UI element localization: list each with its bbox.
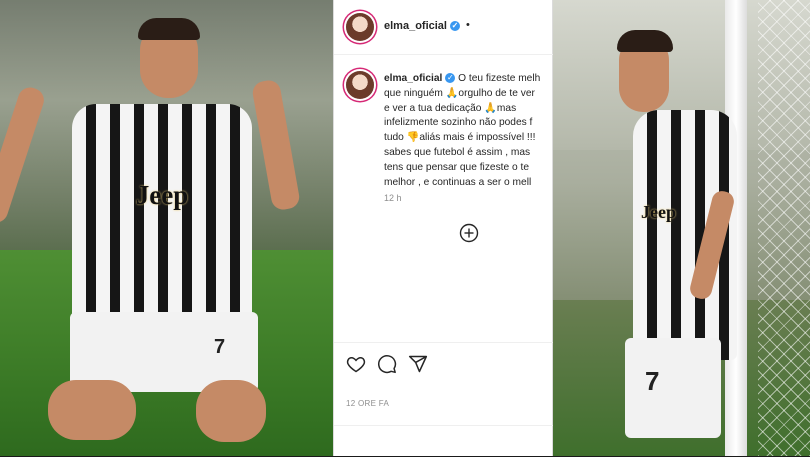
comment-text-line: e ver a tua dedicação 🙏mas xyxy=(384,102,517,114)
jersey: Jeep xyxy=(72,104,252,319)
header-username-row: elma_oficial ✓ xyxy=(384,20,460,32)
share-icon[interactable] xyxy=(408,354,428,374)
left-photo: Jeep 7 xyxy=(0,0,333,456)
jersey-sponsor: Jeep xyxy=(135,180,189,210)
shorts-number: 7 xyxy=(214,336,226,358)
comment-text-line: sabes que futebol é assim , mas xyxy=(384,146,531,158)
player-hair xyxy=(617,30,673,52)
avatar[interactable] xyxy=(346,13,374,41)
comment-time: 12 h xyxy=(384,193,402,203)
heart-icon[interactable] xyxy=(346,354,366,374)
player-hair xyxy=(138,18,200,40)
post-timestamp: 12 ORE FA xyxy=(346,399,390,408)
post-header: elma_oficial ✓ • xyxy=(334,0,554,55)
post-footer xyxy=(334,425,554,457)
comment-text-line: que ninguém 🙏orgulho de te ver xyxy=(384,87,535,99)
comment-text-line: infelizmente sozinho não podes f xyxy=(384,117,533,129)
action-bar xyxy=(334,342,554,393)
left-leg xyxy=(48,380,136,440)
comment-verified-badge-icon: ✓ xyxy=(445,73,456,84)
shorts-number: 7 xyxy=(645,366,660,396)
goal-net xyxy=(758,0,810,456)
comment-username[interactable]: elma_oficial xyxy=(384,73,442,84)
comment-line-1: elma_oficial ✓ O teu fizeste melh xyxy=(384,72,554,87)
caption-comment: elma_oficial ✓ O teu fizeste melh que nin… xyxy=(384,72,554,190)
comment-icon[interactable] xyxy=(377,354,397,374)
verified-badge-icon: ✓ xyxy=(449,21,460,32)
comment-avatar[interactable] xyxy=(346,71,374,99)
comment-text-line: tens que pensar que fizeste o te xyxy=(384,161,529,173)
more-dot[interactable]: • xyxy=(466,19,470,31)
header-username[interactable]: elma_oficial xyxy=(384,20,447,32)
comment-text-line: O teu fizeste melh xyxy=(458,73,541,84)
shorts xyxy=(625,338,721,438)
add-comment-icon[interactable] xyxy=(459,223,479,243)
instagram-post-panel: elma_oficial ✓ • elma_oficial ✓ O teu fize… xyxy=(333,0,554,457)
comment-text-line: melhor , e continuas a ser o mell xyxy=(384,176,532,188)
right-leg xyxy=(196,380,266,442)
right-photo: Jeep 7 xyxy=(553,0,810,456)
comment-text-line: tudo 👎aliás mais é impossível !!! xyxy=(384,132,536,144)
